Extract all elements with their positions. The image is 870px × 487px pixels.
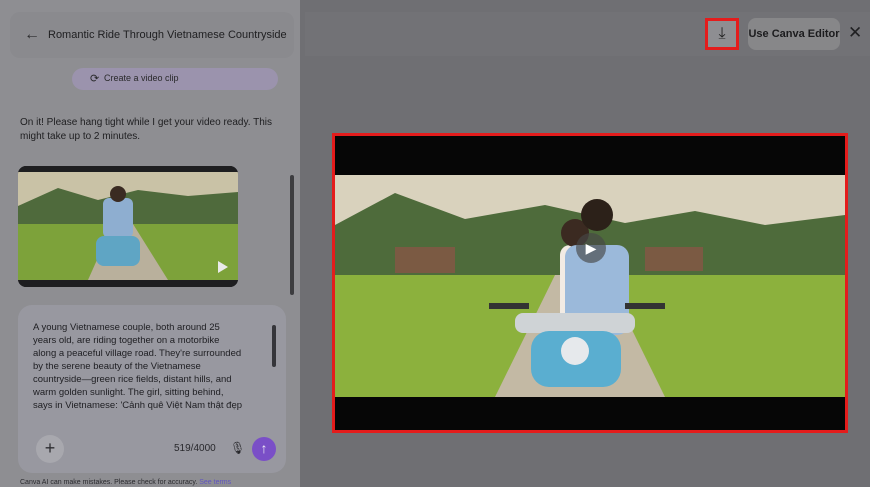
video-thumbnail[interactable] [18, 166, 238, 287]
thumbnail-image [18, 166, 238, 287]
add-attachment-button[interactable]: + [36, 435, 64, 463]
chat-scrollbar[interactable] [290, 175, 294, 295]
send-button[interactable]: ↑ [252, 437, 276, 461]
video-player[interactable]: ▶ [332, 133, 848, 433]
prompt-scrollbar[interactable] [272, 325, 276, 367]
create-video-clip-label: Create a video clip [104, 73, 179, 83]
conversation-title: Romantic Ride Through Vietnamese Country… [48, 29, 287, 41]
use-canva-editor-button[interactable]: Use Canva Editor [748, 18, 840, 50]
video-clip-icon: ⟳ [90, 73, 100, 85]
microphone-icon[interactable]: 🎙 [230, 441, 245, 455]
video-frame-image [335, 175, 845, 397]
create-video-clip-button[interactable]: ⟳ Create a video clip [72, 68, 278, 90]
disclaimer-text: Canva AI can make mistakes. Please check… [20, 479, 198, 486]
chat-panel: ← Romantic Ride Through Vietnamese Count… [0, 0, 300, 487]
character-count: 519/4000 [174, 443, 216, 454]
prompt-input-card: A young Vietnamese couple, both around 2… [18, 305, 286, 473]
back-arrow-icon[interactable]: ← [24, 26, 40, 44]
chat-header: ← Romantic Ride Through Vietnamese Count… [10, 12, 294, 58]
arrow-up-icon: ↑ [260, 440, 268, 456]
disclaimer: Canva AI can make mistakes. Please check… [20, 479, 231, 486]
play-icon: ▶ [585, 240, 597, 256]
download-button[interactable]: ⤓ [705, 18, 739, 50]
play-button[interactable]: ▶ [576, 233, 606, 263]
download-icon: ⤓ [718, 25, 726, 42]
prompt-textarea[interactable]: A young Vietnamese couple, both around 2… [33, 321, 261, 431]
plus-icon: + [44, 438, 56, 458]
assistant-message: On it! Please hang tight while I get you… [20, 117, 272, 142]
terms-link[interactable]: See terms [199, 479, 231, 486]
close-icon[interactable]: ✕ [848, 23, 862, 43]
